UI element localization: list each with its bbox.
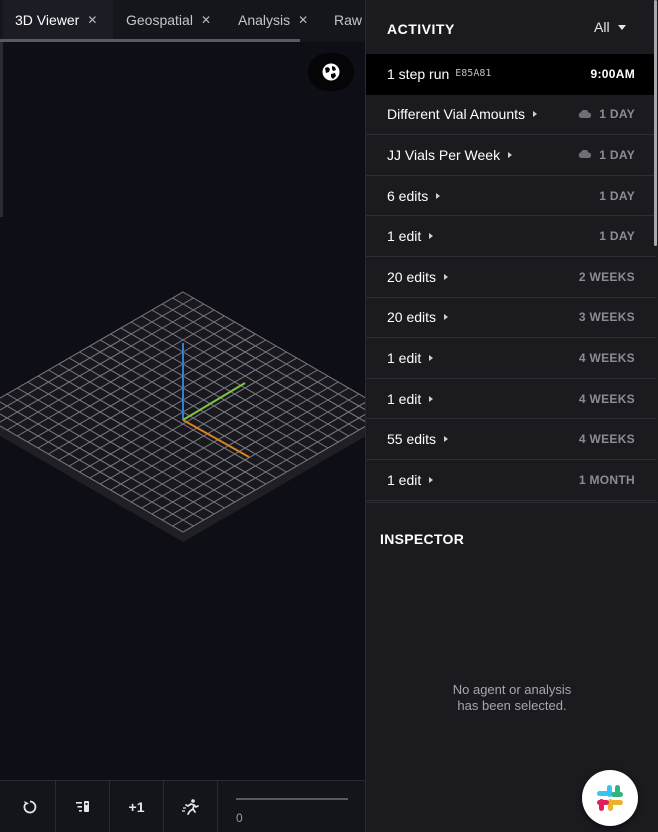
activity-item-label: 1 edit bbox=[387, 390, 434, 407]
activity-item-text: 1 step run bbox=[387, 65, 450, 82]
activity-item-time: 1 MONTH bbox=[578, 472, 635, 487]
activity-item[interactable]: 1 edit 4 WEEKS bbox=[366, 338, 656, 379]
inspector-title: INSPECTOR bbox=[380, 531, 465, 547]
caret-right-icon[interactable] bbox=[436, 192, 441, 199]
caret-right-icon[interactable] bbox=[429, 233, 434, 240]
activity-filter-dropdown[interactable]: All bbox=[594, 19, 626, 35]
activity-item-label: 20 edits bbox=[387, 309, 449, 326]
filter-value: All bbox=[594, 19, 610, 35]
activity-item-time: 2 WEEKS bbox=[578, 269, 635, 284]
activity-item[interactable]: 1 edit 1 DAY bbox=[366, 216, 656, 257]
chevron-down-icon bbox=[617, 24, 626, 30]
run-button[interactable] bbox=[164, 781, 218, 832]
caret-right-icon[interactable] bbox=[429, 395, 434, 402]
inspector-empty-message: No agent or analysis has been selected. bbox=[366, 682, 658, 714]
side-panel: ACTIVITY All 1 step run E85A81 9:00AM Diffe… bbox=[366, 0, 658, 832]
activity-item-time: 1 DAY bbox=[599, 147, 635, 162]
caret-right-icon[interactable] bbox=[508, 151, 513, 158]
slack-button[interactable] bbox=[582, 770, 638, 826]
viewer-panel: 3D Viewer ✕ Geospatial ✕ Analysis ✕ Raw bbox=[0, 0, 366, 832]
activity-item-label: 6 edits bbox=[387, 187, 441, 204]
activity-item-time: 4 WEEKS bbox=[578, 391, 635, 406]
tab-3d-viewer[interactable]: 3D Viewer ✕ bbox=[3, 0, 113, 40]
activity-scrollbar[interactable] bbox=[654, 0, 657, 246]
activity-title: ACTIVITY bbox=[387, 21, 455, 37]
running-person-icon bbox=[181, 799, 199, 815]
tab-label: 3D Viewer bbox=[15, 12, 80, 28]
viewer-toolbar: +1 bbox=[0, 780, 365, 832]
close-icon[interactable]: ✕ bbox=[201, 13, 211, 27]
activity-item[interactable]: 20 edits 2 WEEKS bbox=[366, 257, 656, 298]
3d-viewport[interactable] bbox=[0, 42, 366, 780]
inspector-panel: INSPECTOR No agent or analysis has been … bbox=[366, 502, 658, 832]
caret-right-icon[interactable] bbox=[429, 354, 434, 361]
activity-header: ACTIVITY All bbox=[366, 0, 658, 54]
activity-item-time: 1 DAY bbox=[599, 107, 635, 122]
tab-label: Analysis bbox=[238, 12, 291, 28]
tab-analysis[interactable]: Analysis ✕ bbox=[226, 0, 322, 40]
activity-item-time: 4 WEEKS bbox=[578, 350, 635, 365]
tab-geospatial[interactable]: Geospatial ✕ bbox=[114, 0, 226, 40]
timeline-value: 0 bbox=[236, 811, 243, 825]
activity-item[interactable]: JJ Vials Per Week 1 DAY bbox=[366, 135, 656, 176]
tab-raw[interactable]: Raw bbox=[322, 0, 365, 40]
activity-item-time: 4 WEEKS bbox=[578, 432, 635, 447]
reset-view-button[interactable] bbox=[4, 781, 56, 832]
cloud-icon bbox=[578, 150, 592, 159]
activity-item[interactable]: 1 edit 1 MONTH bbox=[366, 460, 656, 501]
activity-item-time: 3 WEEKS bbox=[578, 310, 635, 325]
activity-item-label: 20 edits bbox=[387, 268, 449, 285]
globe-icon bbox=[322, 63, 340, 81]
caret-right-icon[interactable] bbox=[429, 476, 434, 483]
slack-logo-icon bbox=[597, 785, 623, 811]
activity-item[interactable]: 6 edits 1 DAY bbox=[366, 176, 656, 217]
activity-item-text: 1 edit bbox=[387, 471, 422, 488]
activity-item-text: 6 edits bbox=[387, 187, 429, 204]
activity-item[interactable]: 55 edits 4 WEEKS bbox=[366, 419, 656, 460]
activity-item-text: JJ Vials Per Week bbox=[387, 146, 501, 163]
rotate-icon bbox=[23, 800, 36, 814]
tab-label: Geospatial bbox=[126, 12, 193, 28]
run-id: E85A81 bbox=[455, 68, 492, 80]
activity-item-text: 20 edits bbox=[387, 268, 437, 285]
activity-item-label: 1 edit bbox=[387, 471, 434, 488]
activity-item[interactable]: 1 step run E85A81 9:00AM bbox=[366, 54, 656, 95]
caret-right-icon[interactable] bbox=[444, 436, 449, 443]
globe-button[interactable] bbox=[308, 53, 354, 91]
activity-item-text: 1 edit bbox=[387, 228, 422, 245]
step-label: +1 bbox=[128, 799, 145, 815]
activity-list: 1 step run E85A81 9:00AM Different Vial Amo… bbox=[366, 54, 656, 501]
close-icon[interactable]: ✕ bbox=[87, 13, 97, 27]
close-icon[interactable]: ✕ bbox=[298, 13, 308, 27]
filter-list-icon bbox=[75, 801, 89, 812]
activity-item-text: 1 edit bbox=[387, 349, 422, 366]
activity-item-text: 20 edits bbox=[387, 309, 437, 326]
activity-item-time: 1 DAY bbox=[599, 188, 635, 203]
caret-right-icon[interactable] bbox=[533, 111, 538, 118]
empty-line-1: No agent or analysis bbox=[452, 682, 572, 697]
activity-item-text: 55 edits bbox=[387, 431, 437, 448]
activity-item[interactable]: 1 edit 4 WEEKS bbox=[366, 379, 656, 420]
activity-item-text: 1 edit bbox=[387, 390, 422, 407]
layers-button[interactable] bbox=[56, 781, 110, 832]
caret-right-icon[interactable] bbox=[444, 273, 449, 280]
activity-item-time: 1 DAY bbox=[599, 229, 635, 244]
activity-item-text: Different Vial Amounts bbox=[387, 106, 526, 123]
activity-item-label: Different Vial Amounts bbox=[387, 106, 538, 123]
activity-item-label: 1 step run E85A81 bbox=[387, 66, 491, 82]
step-forward-button[interactable]: +1 bbox=[110, 781, 164, 832]
activity-item-label: JJ Vials Per Week bbox=[387, 146, 513, 163]
tab-label: Raw bbox=[334, 12, 363, 28]
cloud-icon bbox=[578, 109, 592, 118]
activity-item-label: 1 edit bbox=[387, 228, 434, 245]
activity-item[interactable]: Different Vial Amounts 1 DAY bbox=[366, 95, 656, 136]
activity-item-label: 55 edits bbox=[387, 431, 449, 448]
activity-item[interactable]: 20 edits 3 WEEKS bbox=[366, 298, 656, 339]
caret-right-icon[interactable] bbox=[444, 314, 449, 321]
activity-item-label: 1 edit bbox=[387, 349, 434, 366]
activity-item-time: 9:00AM bbox=[590, 66, 635, 81]
timeline-slider[interactable] bbox=[236, 798, 348, 800]
tab-bar: 3D Viewer ✕ Geospatial ✕ Analysis ✕ Raw bbox=[0, 0, 365, 42]
empty-line-2: has been selected. bbox=[457, 698, 567, 713]
